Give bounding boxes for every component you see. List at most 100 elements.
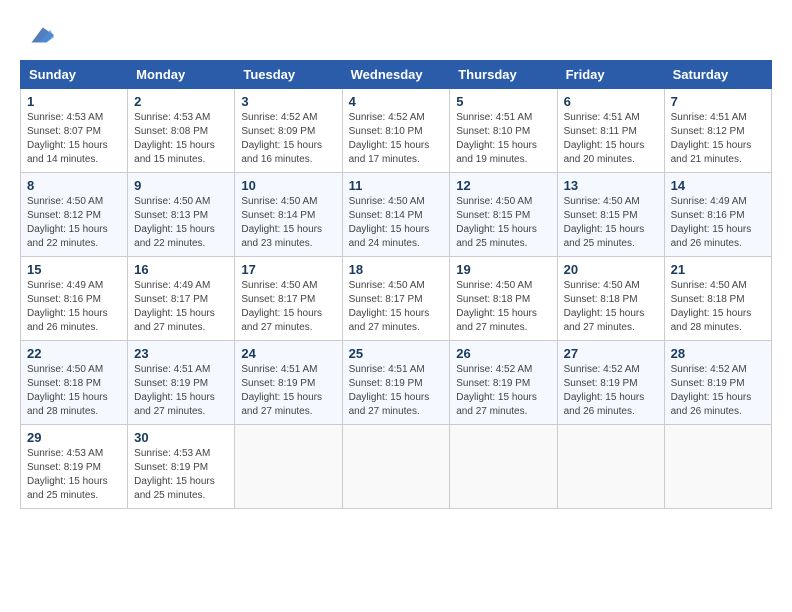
weekday-header-saturday: Saturday	[664, 61, 771, 89]
weekday-header-thursday: Thursday	[450, 61, 557, 89]
day-info: Sunrise: 4:51 AMSunset: 8:19 PMDaylight:…	[134, 363, 228, 419]
day-number: 30	[134, 430, 228, 445]
weekday-header-monday: Monday	[128, 61, 235, 89]
weekday-header-tuesday: Tuesday	[235, 61, 342, 89]
day-info: Sunrise: 4:51 AMSunset: 8:19 PMDaylight:…	[349, 363, 444, 419]
calendar-cell: 6 Sunrise: 4:51 AMSunset: 8:11 PMDaylight…	[557, 89, 664, 173]
logo-icon	[24, 20, 54, 50]
day-info: Sunrise: 4:50 AMSunset: 8:18 PMDaylight:…	[671, 279, 765, 335]
calendar-cell: 29 Sunrise: 4:53 AMSunset: 8:19 PMDayligh…	[21, 425, 128, 509]
calendar-cell: 4 Sunrise: 4:52 AMSunset: 8:10 PMDaylight…	[342, 89, 450, 173]
day-info: Sunrise: 4:50 AMSunset: 8:17 PMDaylight:…	[349, 279, 444, 335]
day-number: 16	[134, 262, 228, 277]
calendar-cell: 24 Sunrise: 4:51 AMSunset: 8:19 PMDayligh…	[235, 341, 342, 425]
day-info: Sunrise: 4:53 AMSunset: 8:07 PMDaylight:…	[27, 111, 121, 167]
day-info: Sunrise: 4:50 AMSunset: 8:14 PMDaylight:…	[241, 195, 335, 251]
weekday-header-sunday: Sunday	[21, 61, 128, 89]
day-info: Sunrise: 4:50 AMSunset: 8:17 PMDaylight:…	[241, 279, 335, 335]
day-number: 20	[564, 262, 658, 277]
day-number: 2	[134, 94, 228, 109]
day-info: Sunrise: 4:50 AMSunset: 8:12 PMDaylight:…	[27, 195, 121, 251]
calendar-cell: 10 Sunrise: 4:50 AMSunset: 8:14 PMDayligh…	[235, 173, 342, 257]
calendar-cell: 18Sunrise: 4:50 AMSunset: 8:17 PMDayligh…	[342, 257, 450, 341]
weekday-header-wednesday: Wednesday	[342, 61, 450, 89]
calendar-week-3: 15 Sunrise: 4:49 AMSunset: 8:16 PMDayligh…	[21, 257, 772, 341]
calendar-cell: 17 Sunrise: 4:50 AMSunset: 8:17 PMDayligh…	[235, 257, 342, 341]
day-info: Sunrise: 4:53 AMSunset: 8:08 PMDaylight:…	[134, 111, 228, 167]
calendar-cell	[342, 425, 450, 509]
calendar-cell: 2 Sunrise: 4:53 AMSunset: 8:08 PMDaylight…	[128, 89, 235, 173]
calendar-cell: 26 Sunrise: 4:52 AMSunset: 8:19 PMDayligh…	[450, 341, 557, 425]
day-info: Sunrise: 4:51 AMSunset: 8:19 PMDaylight:…	[241, 363, 335, 419]
day-info: Sunrise: 4:51 AMSunset: 8:12 PMDaylight:…	[671, 111, 765, 167]
calendar-cell: 19 Sunrise: 4:50 AMSunset: 8:18 PMDayligh…	[450, 257, 557, 341]
calendar-cell: 22Sunrise: 4:50 AMSunset: 8:18 PMDayligh…	[21, 341, 128, 425]
calendar-cell: 20 Sunrise: 4:50 AMSunset: 8:18 PMDayligh…	[557, 257, 664, 341]
calendar-cell: 21 Sunrise: 4:50 AMSunset: 8:18 PMDayligh…	[664, 257, 771, 341]
calendar-cell: 27 Sunrise: 4:52 AMSunset: 8:19 PMDayligh…	[557, 341, 664, 425]
day-number: 1	[27, 94, 121, 109]
day-number: 27	[564, 346, 658, 361]
day-info: Sunrise: 4:51 AMSunset: 8:11 PMDaylight:…	[564, 111, 658, 167]
day-info: Sunrise: 4:53 AMSunset: 8:19 PMDaylight:…	[27, 447, 121, 503]
day-number: 22	[27, 346, 121, 361]
calendar-week-4: 22Sunrise: 4:50 AMSunset: 8:18 PMDayligh…	[21, 341, 772, 425]
day-info: Sunrise: 4:50 AMSunset: 8:13 PMDaylight:…	[134, 195, 228, 251]
day-number: 15	[27, 262, 121, 277]
day-info: Sunrise: 4:49 AMSunset: 8:16 PMDaylight:…	[27, 279, 121, 335]
day-number: 7	[671, 94, 765, 109]
logo	[20, 20, 54, 50]
day-number: 13	[564, 178, 658, 193]
day-number: 8	[27, 178, 121, 193]
calendar-cell	[664, 425, 771, 509]
calendar-cell: 5 Sunrise: 4:51 AMSunset: 8:10 PMDaylight…	[450, 89, 557, 173]
calendar-cell: 7 Sunrise: 4:51 AMSunset: 8:12 PMDaylight…	[664, 89, 771, 173]
day-number: 6	[564, 94, 658, 109]
calendar-header-row: SundayMondayTuesdayWednesdayThursdayFrid…	[21, 61, 772, 89]
day-number: 4	[349, 94, 444, 109]
calendar-cell	[557, 425, 664, 509]
day-info: Sunrise: 4:52 AMSunset: 8:09 PMDaylight:…	[241, 111, 335, 167]
day-number: 26	[456, 346, 550, 361]
calendar-cell: 14 Sunrise: 4:49 AMSunset: 8:16 PMDayligh…	[664, 173, 771, 257]
day-info: Sunrise: 4:49 AMSunset: 8:16 PMDaylight:…	[671, 195, 765, 251]
day-number: 25	[349, 346, 444, 361]
day-info: Sunrise: 4:50 AMSunset: 8:15 PMDaylight:…	[456, 195, 550, 251]
day-info: Sunrise: 4:50 AMSunset: 8:18 PMDaylight:…	[564, 279, 658, 335]
day-info: Sunrise: 4:52 AMSunset: 8:19 PMDaylight:…	[671, 363, 765, 419]
day-number: 9	[134, 178, 228, 193]
day-number: 12	[456, 178, 550, 193]
day-info: Sunrise: 4:52 AMSunset: 8:10 PMDaylight:…	[349, 111, 444, 167]
calendar-cell: 23 Sunrise: 4:51 AMSunset: 8:19 PMDayligh…	[128, 341, 235, 425]
day-info: Sunrise: 4:52 AMSunset: 8:19 PMDaylight:…	[456, 363, 550, 419]
page-header	[20, 20, 772, 50]
weekday-header-friday: Friday	[557, 61, 664, 89]
day-number: 5	[456, 94, 550, 109]
day-info: Sunrise: 4:49 AMSunset: 8:17 PMDaylight:…	[134, 279, 228, 335]
day-number: 21	[671, 262, 765, 277]
calendar-week-2: 8 Sunrise: 4:50 AMSunset: 8:12 PMDaylight…	[21, 173, 772, 257]
calendar-table: SundayMondayTuesdayWednesdayThursdayFrid…	[20, 60, 772, 509]
calendar-week-5: 29 Sunrise: 4:53 AMSunset: 8:19 PMDayligh…	[21, 425, 772, 509]
day-number: 23	[134, 346, 228, 361]
day-info: Sunrise: 4:50 AMSunset: 8:18 PMDaylight:…	[456, 279, 550, 335]
day-number: 14	[671, 178, 765, 193]
day-number: 17	[241, 262, 335, 277]
day-number: 19	[456, 262, 550, 277]
day-number: 10	[241, 178, 335, 193]
calendar-week-1: 1 Sunrise: 4:53 AMSunset: 8:07 PMDaylight…	[21, 89, 772, 173]
day-number: 11	[349, 178, 444, 193]
day-number: 28	[671, 346, 765, 361]
day-number: 24	[241, 346, 335, 361]
day-info: Sunrise: 4:52 AMSunset: 8:19 PMDaylight:…	[564, 363, 658, 419]
calendar-cell: 28 Sunrise: 4:52 AMSunset: 8:19 PMDayligh…	[664, 341, 771, 425]
calendar-cell: 3Sunrise: 4:52 AMSunset: 8:09 PMDaylight…	[235, 89, 342, 173]
calendar-cell: 1 Sunrise: 4:53 AMSunset: 8:07 PMDaylight…	[21, 89, 128, 173]
calendar-cell: 30Sunrise: 4:53 AMSunset: 8:19 PMDayligh…	[128, 425, 235, 509]
day-info: Sunrise: 4:51 AMSunset: 8:10 PMDaylight:…	[456, 111, 550, 167]
day-info: Sunrise: 4:50 AMSunset: 8:14 PMDaylight:…	[349, 195, 444, 251]
calendar-cell: 8 Sunrise: 4:50 AMSunset: 8:12 PMDaylight…	[21, 173, 128, 257]
calendar-cell	[450, 425, 557, 509]
day-info: Sunrise: 4:50 AMSunset: 8:15 PMDaylight:…	[564, 195, 658, 251]
day-number: 29	[27, 430, 121, 445]
